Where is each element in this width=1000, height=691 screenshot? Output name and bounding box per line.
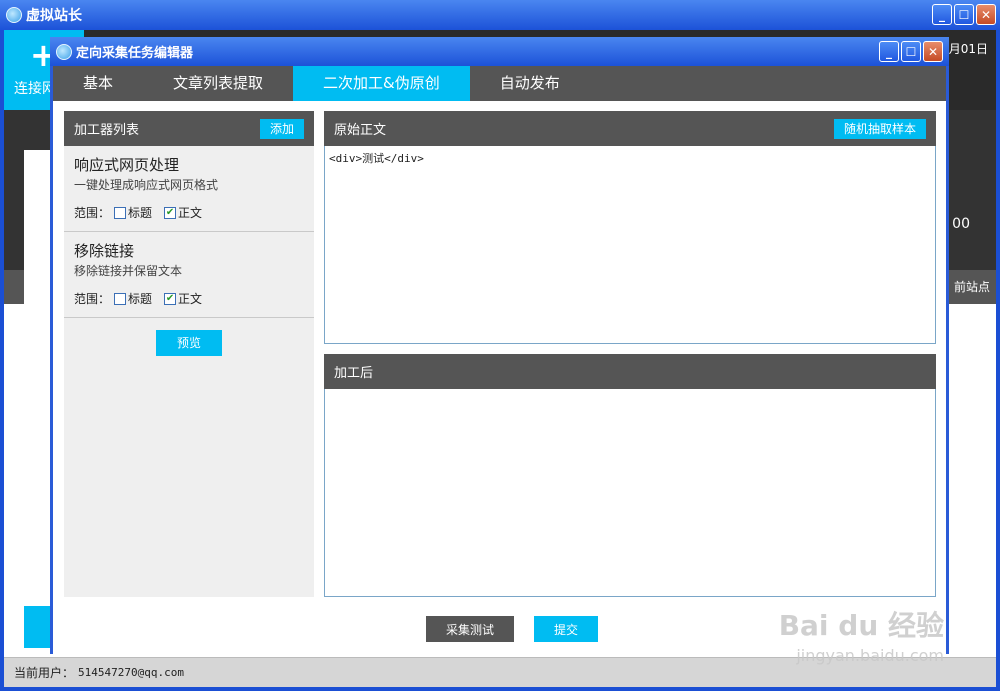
processor-desc: 移除链接并保留文本	[74, 264, 183, 278]
preview-button[interactable]: 预览	[156, 330, 222, 356]
app-logo-icon	[6, 7, 22, 23]
dialog-title: 定向采集任务编辑器	[76, 46, 194, 61]
watermark-url: jingyan.baidu.com	[796, 646, 944, 665]
tab-basic[interactable]: 基本	[53, 66, 143, 101]
tab-bar: 基本 文章列表提取 二次加工&伪原创 自动发布	[53, 66, 946, 101]
outer-site-label: 前站点	[953, 280, 990, 294]
processed-text-panel: 加工后	[324, 354, 936, 597]
original-text-title: 原始正文	[334, 123, 387, 138]
outer-title: 虚拟站长	[26, 8, 82, 24]
processor-title: 移除链接	[74, 242, 135, 260]
scope-label: 范围：	[74, 206, 111, 220]
original-text-area[interactable]: <div>测试</div>	[325, 146, 935, 170]
watermark-logo: Bai du 经验	[778, 609, 944, 642]
submit-button[interactable]: 提交	[534, 616, 598, 642]
outer-titlebar[interactable]: 虚拟站长 _ ☐ ✕	[0, 0, 1000, 30]
dialog-close-icon[interactable]: ✕	[923, 41, 943, 62]
add-processor-button[interactable]: 添加	[259, 118, 304, 139]
processor-item[interactable]: 响应式网页处理 一键处理成响应式网页格式 范围： 标题 ✔ 正文	[64, 146, 314, 232]
status-label: 当前用户：	[14, 666, 75, 680]
scope-body-checkbox[interactable]: ✔	[164, 292, 177, 305]
dialog-minimize-icon[interactable]: _	[879, 41, 899, 62]
processor-item[interactable]: 移除链接 移除链接并保留文本 范围： 标题 ✔ 正文	[64, 232, 314, 318]
scope-title-label: 标题	[128, 292, 153, 306]
maximize-icon[interactable]: ☐	[954, 4, 974, 25]
processor-scope: 范围： 标题 ✔ 正文	[74, 204, 304, 221]
processor-title: 响应式网页处理	[74, 156, 180, 174]
tab-article-list[interactable]: 文章列表提取	[143, 66, 293, 101]
scope-body-label: 正文	[178, 292, 203, 306]
scope-title-label: 标题	[128, 206, 153, 220]
processor-scope: 范围： 标题 ✔ 正文	[74, 290, 304, 307]
random-sample-button[interactable]: 随机抽取样本	[833, 118, 926, 139]
close-icon[interactable]: ✕	[976, 4, 996, 25]
dialog-logo-icon	[56, 43, 72, 60]
tab-processing[interactable]: 二次加工&伪原创	[293, 66, 470, 101]
collect-test-button[interactable]: 采集测试	[426, 616, 514, 642]
tab-auto-publish[interactable]: 自动发布	[470, 66, 590, 101]
processor-list-title: 加工器列表	[74, 123, 140, 138]
processed-text-header: 加工后	[324, 354, 936, 389]
minimize-icon[interactable]: _	[932, 4, 952, 25]
original-text-panel: 原始正文 随机抽取样本 <div>测试</div>	[324, 111, 936, 344]
processor-list-header: 加工器列表 添加	[64, 111, 314, 146]
scope-title-checkbox[interactable]	[114, 206, 127, 219]
tab-content: 加工器列表 添加 响应式网页处理 一键处理成响应式网页格式 范围： 标题 ✔ 正…	[53, 101, 946, 654]
original-text-header: 原始正文 随机抽取样本	[324, 111, 936, 146]
processor-desc: 一键处理成响应式网页格式	[74, 178, 219, 192]
outer-amount: 00	[952, 216, 970, 232]
dialog-maximize-icon[interactable]: ☐	[901, 41, 921, 62]
processed-text-title: 加工后	[334, 366, 374, 381]
scope-body-checkbox[interactable]: ✔	[164, 206, 177, 219]
scope-label: 范围：	[74, 292, 111, 306]
processed-text-area[interactable]	[325, 389, 935, 397]
outer-date: 月01日	[948, 42, 988, 56]
task-editor-dialog: 定向采集任务编辑器 _ ☐ ✕ 基本 文章列表提取 二次加工&伪原创 自动发布 …	[50, 37, 949, 654]
status-user: 514547270@qq.com	[78, 666, 184, 679]
dialog-titlebar[interactable]: 定向采集任务编辑器 _ ☐ ✕	[50, 37, 949, 66]
processor-list-panel: 加工器列表 添加 响应式网页处理 一键处理成响应式网页格式 范围： 标题 ✔ 正…	[64, 111, 314, 597]
scope-title-checkbox[interactable]	[114, 292, 127, 305]
scope-body-label: 正文	[178, 206, 203, 220]
